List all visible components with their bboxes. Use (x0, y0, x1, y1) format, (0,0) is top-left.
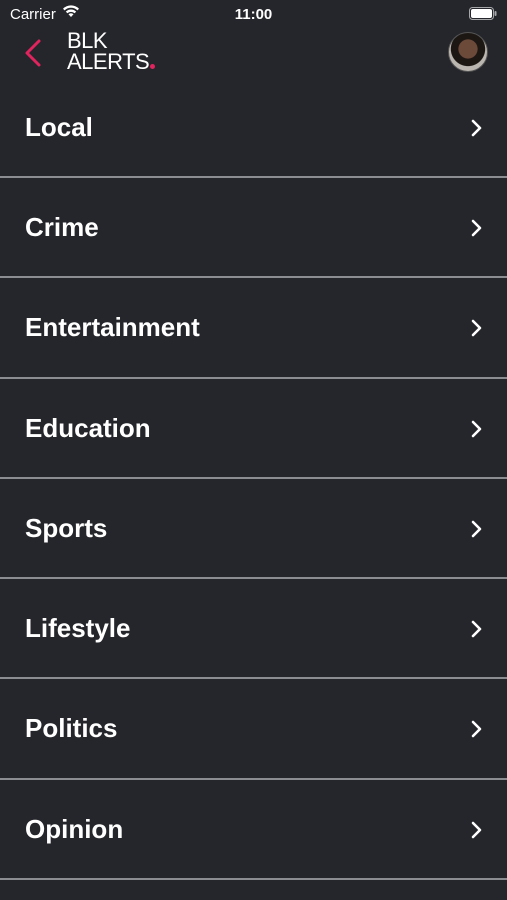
category-list: Local Crime Entertainment Education Spor… (0, 78, 507, 881)
back-button[interactable] (20, 38, 46, 68)
logo-text-2: ALERTS (67, 49, 150, 74)
category-item-politics[interactable]: Politics (0, 679, 507, 780)
chevron-right-icon (471, 219, 482, 237)
status-time: 11:00 (234, 6, 273, 23)
category-item-entertainment[interactable]: Entertainment (0, 278, 507, 379)
chevron-right-icon (471, 821, 482, 839)
category-label: Opinion (25, 813, 124, 844)
category-label: Entertainment (25, 312, 200, 343)
category-label: Local (25, 112, 93, 142)
category-item-lifestyle[interactable]: Lifestyle (0, 579, 507, 680)
battery-icon (469, 7, 497, 24)
category-label: Politics (25, 713, 118, 744)
logo-dot (150, 64, 156, 69)
status-bar: Carrier 11:00 (0, 0, 507, 28)
category-label: Crime (25, 212, 99, 242)
category-item-local[interactable]: Local (0, 78, 507, 178)
category-item-education[interactable]: Education (0, 379, 507, 479)
avatar[interactable] (448, 32, 488, 72)
category-item-crime[interactable]: Crime (0, 178, 507, 279)
chevron-right-icon (471, 620, 482, 638)
back-chevron-icon (25, 39, 41, 67)
chevron-right-icon (471, 319, 482, 337)
category-label: Education (25, 412, 151, 443)
category-label: Lifestyle (25, 613, 131, 644)
logo-line-1: BLK (67, 28, 108, 53)
chevron-right-icon (471, 520, 482, 538)
category-item-opinion[interactable]: Opinion (0, 780, 507, 881)
logo-line-2: ALERTS (67, 49, 156, 74)
chevron-right-icon (471, 721, 482, 738)
header: BLK ALERTS (0, 28, 507, 78)
app-logo: BLK ALERTS (67, 28, 156, 74)
category-item-sports[interactable]: Sports (0, 479, 507, 580)
chevron-right-icon (471, 119, 482, 137)
chevron-right-icon (471, 420, 482, 437)
category-label: Sports (25, 512, 108, 543)
